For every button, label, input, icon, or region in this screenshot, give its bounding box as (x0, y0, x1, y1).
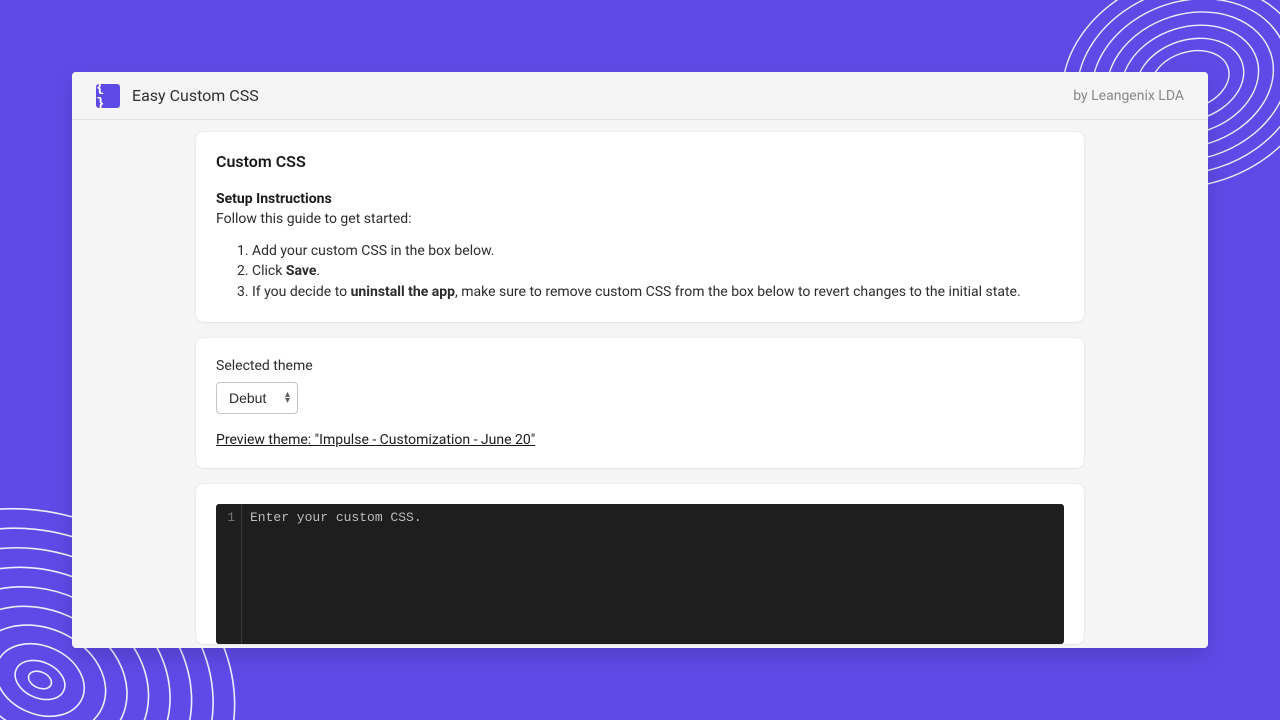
setup-step: Click Save. (252, 261, 1064, 281)
setup-step: If you decide to uninstall the app, make… (252, 282, 1064, 302)
step-bold: uninstall the app (351, 284, 455, 300)
app-byline: by Leangenix LDA (1073, 88, 1184, 104)
card-title: Custom CSS (216, 152, 1064, 171)
editor-card: 1 Enter your custom CSS. (196, 484, 1084, 644)
setup-heading: Setup Instructions (216, 191, 1064, 207)
css-editor[interactable]: 1 Enter your custom CSS. (216, 504, 1064, 644)
editor-body[interactable]: Enter your custom CSS. (242, 504, 1064, 644)
app-logo-icon: { } (96, 84, 120, 108)
app-title: Easy Custom CSS (132, 86, 259, 105)
instructions-card: Custom CSS Setup Instructions Follow thi… (196, 132, 1084, 322)
setup-steps-list: Add your custom CSS in the box below. Cl… (252, 241, 1064, 302)
setup-step: Add your custom CSS in the box below. (252, 241, 1064, 261)
step-text: Click (252, 263, 286, 279)
preview-theme-link[interactable]: Preview theme: "Impulse - Customization … (216, 432, 535, 448)
theme-select-label: Selected theme (216, 358, 1064, 374)
step-text: , make sure to remove custom CSS from th… (455, 284, 1021, 300)
step-text: . (316, 263, 320, 279)
theme-card: Selected theme Debut ▴▾ Preview theme: "… (196, 338, 1084, 468)
step-bold: Save (286, 263, 317, 279)
titlebar: { } Easy Custom CSS by Leangenix LDA (72, 72, 1208, 120)
app-window: { } Easy Custom CSS by Leangenix LDA Cus… (72, 72, 1208, 648)
editor-gutter: 1 (216, 504, 242, 644)
theme-select[interactable]: Debut (216, 382, 298, 414)
setup-subtitle: Follow this guide to get started: (216, 211, 1064, 227)
step-text: If you decide to (252, 284, 351, 300)
